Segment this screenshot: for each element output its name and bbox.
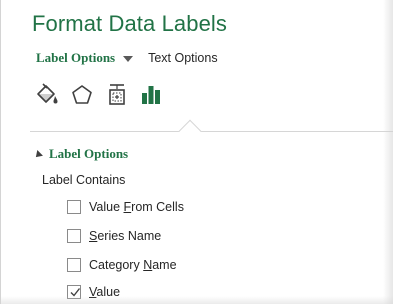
category-name-option[interactable]: Category Name <box>67 257 177 273</box>
collapse-triangle-icon[interactable] <box>33 149 43 160</box>
category-name-label: Category Name <box>89 258 177 272</box>
fill-line-icon[interactable] <box>34 80 60 110</box>
value-from-cells-option[interactable]: Value From Cells <box>67 199 184 215</box>
format-data-labels-pane: Format Data Labels Label Options Text Op… <box>0 0 393 304</box>
text-options-link[interactable]: Text Options <box>148 51 217 65</box>
series-name-label: Series Name <box>89 229 162 243</box>
checkmark-icon <box>70 288 81 297</box>
series-name-option[interactable]: Series Name <box>67 228 161 244</box>
active-tab-pointer <box>178 119 202 143</box>
pane-title: Format Data Labels <box>32 11 227 36</box>
value-from-cells-checkbox[interactable] <box>67 200 81 214</box>
tab-divider <box>30 131 393 132</box>
series-name-checkbox[interactable] <box>67 229 81 243</box>
label-contains-heading: Label Contains <box>42 173 126 187</box>
value-checkbox[interactable] <box>67 285 81 299</box>
label-options-dropdown[interactable]: Label Options <box>36 50 115 66</box>
category-name-checkbox[interactable] <box>67 258 81 272</box>
size-properties-icon[interactable] <box>104 80 130 110</box>
value-from-cells-label: Value From Cells <box>89 200 184 214</box>
label-options-section-header[interactable]: Label Options <box>33 146 129 162</box>
effects-icon[interactable] <box>69 80 95 110</box>
label-options-icon[interactable] <box>138 80 164 110</box>
value-label: Value <box>89 285 121 299</box>
caret-down-icon[interactable] <box>123 55 134 62</box>
options-selector: Label Options Text Options <box>36 50 218 66</box>
section-title: Label Options <box>49 146 129 161</box>
value-option[interactable]: Value <box>67 284 120 300</box>
